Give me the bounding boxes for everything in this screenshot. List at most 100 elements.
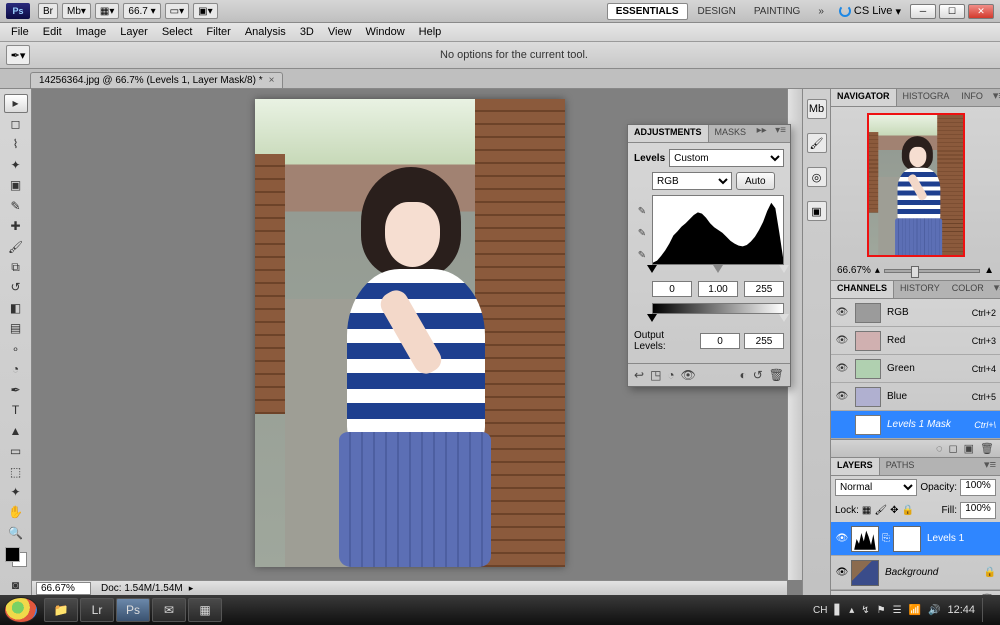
channels-menu-icon[interactable]: ▾≡	[990, 281, 1000, 298]
blur-tool[interactable]: ∘	[4, 340, 28, 358]
color-tab[interactable]: COLOR	[946, 281, 990, 298]
cs-live-button[interactable]: CS Live ▾	[839, 5, 901, 18]
taskbar-msn-icon[interactable]: ✉	[152, 598, 186, 622]
workspace-design[interactable]: DESIGN	[690, 4, 744, 19]
visibility-icon[interactable]: 👁	[835, 335, 849, 346]
taskbar-app-icon[interactable]: ▦	[188, 598, 222, 622]
visibility-icon[interactable]: 👁	[835, 533, 849, 544]
pen-tool[interactable]: ✒	[4, 381, 28, 399]
new-channel-icon[interactable]: ▣	[964, 442, 974, 455]
marquee-tool[interactable]: ◻	[4, 115, 28, 133]
delete-adjust-icon[interactable]: 🗑	[769, 368, 784, 382]
eraser-tool[interactable]: ◧	[4, 299, 28, 317]
workspace-essentials[interactable]: ESSENTIALS	[607, 3, 688, 20]
hand-tool[interactable]: ✋	[4, 503, 28, 521]
layer-adjust-thumb[interactable]	[851, 526, 879, 552]
levels-auto-button[interactable]: Auto	[736, 172, 775, 190]
menu-edit[interactable]: Edit	[36, 26, 69, 38]
history-brush-tool[interactable]: ↺	[4, 278, 28, 296]
quick-mask-toggle[interactable]: ◙	[4, 575, 28, 593]
tool-presets-dock-icon[interactable]: ▣	[807, 201, 827, 221]
layer-thumb[interactable]	[851, 560, 879, 586]
minibridge-dock-icon[interactable]: Mb	[807, 99, 827, 119]
tray-lang[interactable]: CH	[813, 605, 827, 616]
menu-image[interactable]: Image	[69, 26, 114, 38]
histogram-tab[interactable]: HISTOGRA	[897, 89, 956, 106]
channel-row[interactable]: 👁 Blue Ctrl+5	[831, 383, 1000, 411]
delete-channel-icon[interactable]: 🗑	[980, 442, 994, 455]
channel-row[interactable]: 👁 RGB Ctrl+2	[831, 299, 1000, 327]
screen-mode-button[interactable]: ▣▾	[193, 3, 217, 19]
blend-mode-select[interactable]: Normal	[835, 479, 917, 496]
input-gamma-field[interactable]	[698, 281, 738, 297]
3d-tool[interactable]: ⬚	[4, 462, 28, 480]
dodge-tool[interactable]: ◔	[4, 360, 28, 378]
adjust-menu-icon[interactable]: ▾≡	[771, 125, 790, 142]
healing-tool[interactable]: ✚	[4, 217, 28, 235]
adjust-collapse-icon[interactable]: ▸▸	[753, 125, 771, 142]
channel-row[interactable]: Levels 1 Mask Ctrl+\	[831, 411, 1000, 439]
masks-tab[interactable]: MASKS	[709, 125, 753, 142]
white-eyedropper-icon[interactable]: ✎	[634, 247, 650, 263]
view-previous-icon[interactable]: 👁	[681, 368, 696, 382]
layer-mask-thumb[interactable]	[893, 526, 921, 552]
document-canvas[interactable]	[255, 99, 565, 567]
load-selection-icon[interactable]: ◌	[936, 443, 943, 455]
brush-tool[interactable]: 🖌	[4, 237, 28, 255]
current-tool-icon[interactable]: ✒▾	[6, 45, 30, 65]
save-selection-icon[interactable]: ◻	[948, 442, 957, 455]
arrange-docs-button[interactable]: ▭▾	[165, 3, 189, 19]
menu-layer[interactable]: Layer	[113, 26, 155, 38]
layers-tab[interactable]: LAYERS	[831, 458, 880, 475]
history-tab[interactable]: HISTORY	[894, 281, 946, 298]
output-black-field[interactable]	[700, 333, 740, 349]
close-tab-icon[interactable]: ×	[269, 75, 275, 86]
path-select-tool[interactable]: ▲	[4, 421, 28, 439]
return-arrow-icon[interactable]: ↩	[634, 368, 644, 382]
menu-file[interactable]: File	[4, 26, 36, 38]
navigator-tab[interactable]: NAVIGATOR	[831, 89, 897, 106]
navigator-zoom-in-icon[interactable]: ▲	[984, 265, 994, 276]
start-button[interactable]	[4, 597, 38, 623]
levels-preset-select[interactable]: Custom	[669, 149, 784, 167]
window-maximize[interactable]: ☐	[939, 4, 965, 19]
visibility-icon[interactable]: 👁	[835, 391, 849, 402]
layer-row[interactable]: 👁 Background 🔒	[831, 556, 1000, 590]
menu-filter[interactable]: Filter	[199, 26, 237, 38]
black-eyedropper-icon[interactable]: ✎	[634, 203, 650, 219]
window-minimize[interactable]: ─	[910, 4, 936, 19]
previous-state-icon[interactable]: ◐	[739, 368, 746, 382]
workspace-painting[interactable]: PAINTING	[746, 4, 808, 19]
navigator-thumbnail[interactable]	[867, 113, 965, 257]
navigator-zoom-slider[interactable]	[884, 269, 980, 273]
stamp-tool[interactable]: ⧉	[4, 258, 28, 276]
menu-analysis[interactable]: Analysis	[238, 26, 293, 38]
layer-row[interactable]: 👁 ⎘ Levels 1	[831, 522, 1000, 556]
window-close[interactable]: ✕	[968, 4, 994, 19]
channel-row[interactable]: 👁 Red Ctrl+3	[831, 327, 1000, 355]
menu-view[interactable]: View	[321, 26, 359, 38]
status-doc-info[interactable]: Doc: 1.54M/1.54M	[95, 583, 189, 594]
adjustments-panel[interactable]: ADJUSTMENTS MASKS ▸▸ ▾≡ Levels Custom RG…	[627, 124, 791, 387]
opacity-field[interactable]: 100%	[960, 479, 996, 496]
tray-icon-3[interactable]: ☰	[893, 605, 902, 616]
gradient-tool[interactable]: ▤	[4, 319, 28, 337]
channel-row[interactable]: 👁 Green Ctrl+4	[831, 355, 1000, 383]
tray-volume-icon[interactable]: 🔊	[928, 605, 940, 616]
lasso-tool[interactable]: ⌇	[4, 135, 28, 153]
tray-clock[interactable]: 12:44	[947, 604, 975, 616]
3d-camera-tool[interactable]: ✦	[4, 483, 28, 501]
tray-icon-1[interactable]: ↯	[861, 605, 869, 616]
doc-zoom-field[interactable]: 66.7 ▾	[123, 3, 160, 19]
taskbar-explorer-icon[interactable]: 📁	[44, 598, 78, 622]
visibility-icon[interactable]: 👁	[835, 363, 849, 374]
input-sliders[interactable]	[652, 267, 784, 277]
info-tab[interactable]: INFO	[955, 89, 989, 106]
fill-field[interactable]: 100%	[960, 502, 996, 519]
clip-layer-icon[interactable]: ◔	[667, 368, 674, 382]
lock-all-icon[interactable]: 🔒	[901, 505, 913, 516]
clone-dock-icon[interactable]: ◎	[807, 167, 827, 187]
output-white-field[interactable]	[744, 333, 784, 349]
layers-menu-icon[interactable]: ▾≡	[980, 458, 1000, 475]
visibility-icon[interactable]: 👁	[835, 307, 849, 318]
